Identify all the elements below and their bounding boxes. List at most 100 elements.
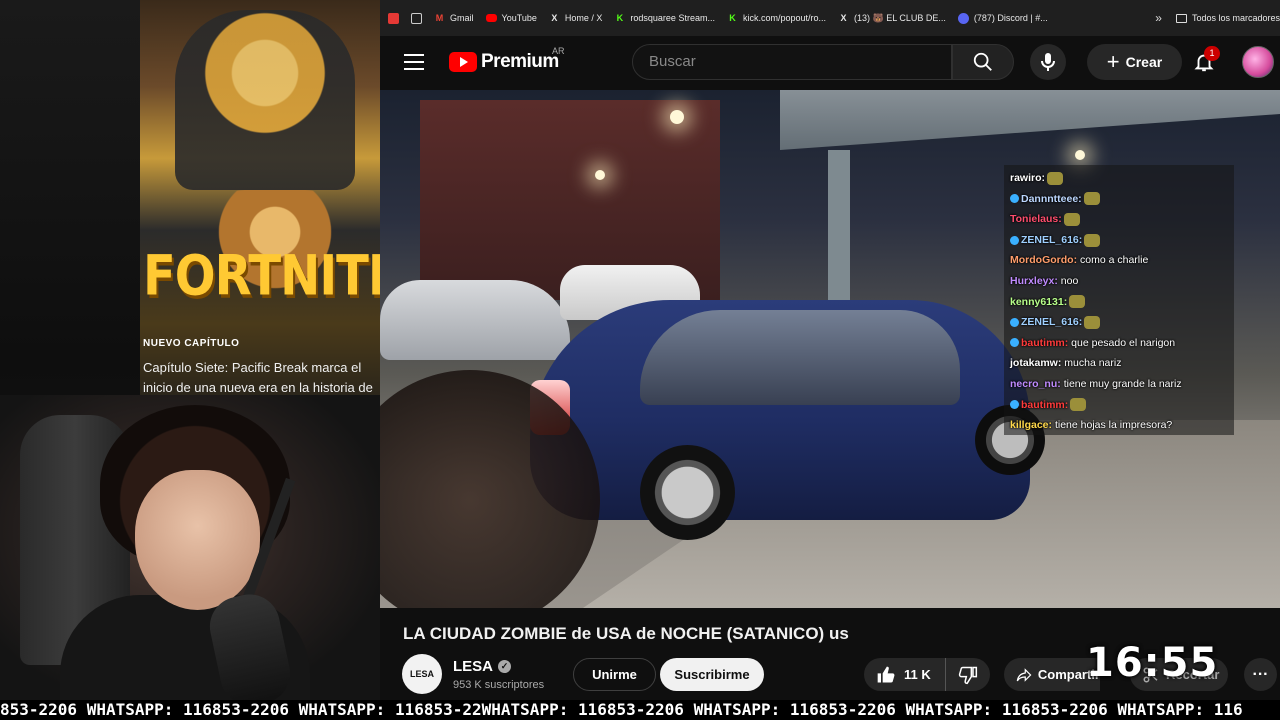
chat-emote-icon [1084,315,1101,329]
chat-username[interactable]: bautimm: [1021,337,1068,349]
chat-username[interactable]: killgace: [1010,419,1052,431]
street-lamp [1075,150,1085,160]
apps-grid-icon [411,12,422,24]
chat-text: como a charlie [1080,254,1149,267]
voice-search-button[interactable] [1030,44,1066,80]
discord-icon [957,12,969,24]
share-icon [1016,667,1032,682]
youtube-icon [485,14,497,22]
youtube-play-icon [449,52,477,72]
all-bookmarks-folder[interactable]: Todos los marcadores [1175,13,1280,23]
chat-message: necro_nu: tiene muy grande la nariz [1010,374,1228,395]
chat-username[interactable]: necro_nu: [1010,378,1061,390]
gmail-icon: M [435,12,444,23]
chat-message: jotakamw: mucha nariz [1010,353,1228,374]
chat-username[interactable]: rawiro: [1010,172,1045,184]
like-dislike-group: 11 K [864,658,990,691]
street-lamp [595,170,605,180]
scene-car-window [640,310,960,405]
chat-text: mucha nariz [1064,357,1122,370]
chat-message: kenny6131: [1010,292,1228,313]
section-label: NUEVO CAPÍTULO [143,338,240,349]
kick-icon: K [616,12,624,23]
create-button[interactable]: + Crear [1087,44,1182,80]
red-square-icon [388,12,399,24]
scene-wheel [640,445,735,540]
video-title: LA CIUDAD ZOMBIE de USA de NOCHE (SATANI… [403,624,849,643]
x-icon: X [551,12,558,23]
bookmark-gmail[interactable]: M Gmail [434,13,474,24]
chat-text: tiene hojas la impresora? [1054,419,1173,432]
chat-username[interactable]: Dannntteee: [1021,193,1082,205]
folder-icon [1175,13,1187,23]
subscriber-count: 953 K suscriptores [453,679,545,691]
avatar[interactable] [1242,46,1274,78]
bookmark-x-club[interactable]: X (13) 🐻 EL CLUB DE... [838,12,945,24]
search-button[interactable] [952,44,1014,80]
chat-emote-icon [1069,295,1086,309]
chat-message: Hurxleyx: noo [1010,271,1228,292]
chat-message: killgace: tiene hojas la impresora? [1010,415,1228,435]
chat-message: ZENEL_616: [1010,312,1228,333]
channel-name[interactable]: LESA ✓ [453,658,512,675]
chat-username[interactable]: ZENEL_616: [1021,316,1082,328]
channel-name-text: LESA [453,658,494,675]
subscribe-button[interactable]: Suscribirme [660,658,764,691]
bookmark-item[interactable] [411,12,422,24]
streamer-face [135,470,260,610]
youtube-logo[interactable]: Premium [449,51,559,73]
search-input[interactable]: Buscar [632,44,952,80]
chat-username[interactable]: jotakamw: [1010,357,1061,369]
bookmark-label: (787) Discord | #... [973,13,1048,23]
create-label: Crear [1125,54,1163,70]
chat-emote-icon [1063,212,1080,226]
bookmark-item[interactable] [388,12,399,24]
bookmark-label: rodsquaree Stream... [630,13,715,23]
game-logo: FORTNITE [143,243,380,309]
dislike-button[interactable] [946,658,990,691]
chat-message: Tonielaus: [1010,209,1228,230]
chat-username[interactable]: MordoGordo: [1010,254,1077,266]
bookmarks-bar: M Gmail YouTube X Home / X Krodsquaree Str… [380,0,1280,36]
microphone-icon [1041,53,1055,71]
chat-username[interactable]: ZENEL_616: [1021,234,1082,246]
chat-badge-icon [1010,317,1019,327]
screen: FORTNITE NUEVO CAPÍTULO Capítulo Siete: … [0,0,1280,720]
menu-icon[interactable] [404,54,424,70]
chat-username[interactable]: Tonielaus: [1010,213,1062,225]
bookmarks-overflow-button[interactable]: » [1155,11,1162,25]
thumbs-up-icon [877,666,895,682]
chat-username[interactable]: bautimm: [1021,399,1068,411]
bookmark-label: kick.com/popout/ro... [742,13,826,23]
chat-message: bautimm: que pesado el narigon [1010,333,1228,354]
x-icon: X [840,12,847,23]
bookmark-label: Gmail [450,13,474,23]
chat-text: noo [1060,274,1079,287]
chat-emote-icon [1083,192,1100,206]
chat-text: tiene muy grande la nariz [1063,377,1182,390]
chat-badge-icon [1010,338,1019,348]
bookmark-x-home[interactable]: X Home / X [549,12,602,24]
chat-username[interactable]: kenny6131: [1010,296,1067,308]
street-lamp [670,110,684,124]
chat-badge-icon [1010,194,1019,204]
bookmark-kick-popout[interactable]: Kkick.com/popout/ro... [727,13,826,24]
verified-icon: ✓ [498,660,512,673]
bookmark-kick-stream[interactable]: Krodsquaree Stream... [614,13,715,24]
search-icon [973,52,992,71]
webcam-feed [0,395,380,700]
chat-username[interactable]: Hurxleyx: [1010,275,1058,287]
folder-label: Todos los marcadores [1191,13,1280,23]
chat-message: ZENEL_616: [1010,230,1228,251]
like-button[interactable]: 11 K [864,658,946,691]
join-button[interactable]: Unirme [573,658,656,691]
region-code: AR [552,46,565,56]
bookmark-discord[interactable]: (787) Discord | #... [957,12,1048,24]
youtube-header: Premium AR Buscar + Crear 1 [380,36,1280,90]
chat-message: MordoGordo: como a charlie [1010,250,1228,271]
bookmark-youtube[interactable]: YouTube [485,13,537,23]
more-actions-button[interactable]: ··· [1244,658,1277,691]
channel-avatar[interactable]: LESA [402,654,442,694]
scene-car-white [380,280,570,360]
chat-badge-icon [1010,400,1019,410]
